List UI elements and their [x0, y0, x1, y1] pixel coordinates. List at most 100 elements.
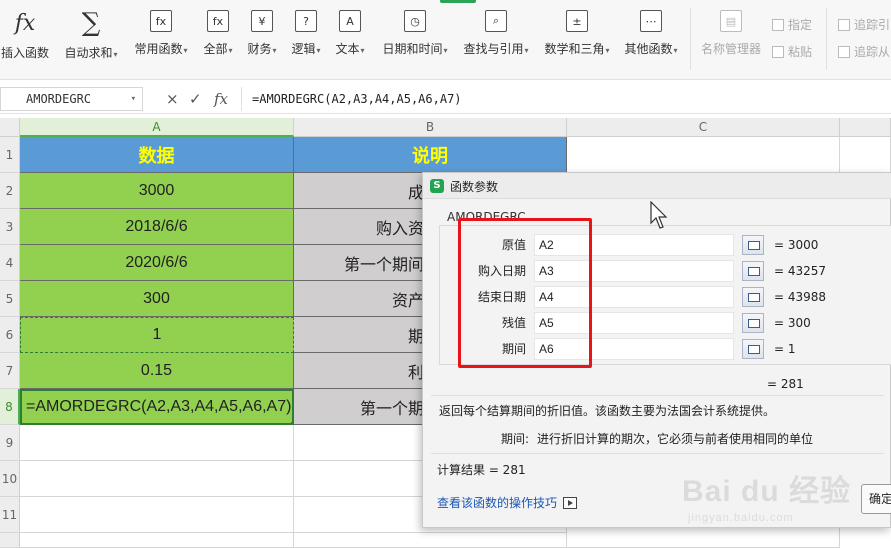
row-header[interactable]: 10: [0, 461, 20, 497]
common-functions-button[interactable]: fx 常用函数▾: [130, 10, 192, 57]
watermark-url: jingyan.baidu.com: [688, 512, 794, 524]
formula-input[interactable]: =AMORDEGRC(A2,A3,A4,A5,A6,A7): [241, 87, 891, 111]
row-header[interactable]: 7: [0, 353, 20, 389]
cell-a7[interactable]: 0.15: [20, 353, 294, 389]
autosum-button[interactable]: ∑ 自动求和▾: [60, 8, 122, 61]
cell-a4[interactable]: 2020/6/6: [20, 245, 294, 281]
row-header[interactable]: 2: [0, 173, 20, 209]
row-header[interactable]: 3: [0, 209, 20, 245]
row-header[interactable]: 6: [0, 317, 20, 353]
help-link[interactable]: 查看该函数的操作技巧: [437, 494, 578, 511]
chevron-down-icon: ▾: [228, 46, 233, 55]
column-header-b[interactable]: B: [294, 118, 567, 137]
specify-label: 指定: [788, 18, 813, 32]
fx-icon[interactable]: fx: [214, 90, 228, 108]
cell-a9[interactable]: [20, 425, 294, 461]
chevron-down-icon: ▾: [524, 46, 529, 55]
video-play-icon: [563, 497, 578, 509]
all-functions-button[interactable]: fx 全部▾: [198, 10, 238, 57]
name-manager-button[interactable]: ▤ 名称管理器: [700, 10, 762, 57]
calculation-result: 计算结果 = 281: [437, 463, 526, 477]
math-functions-button[interactable]: ± 数学和三角▾: [540, 10, 614, 57]
row-header[interactable]: 4: [0, 245, 20, 281]
common-fx-icon: fx: [150, 10, 172, 32]
logic-functions-button[interactable]: ? 逻辑▾: [286, 10, 326, 57]
other-functions-button[interactable]: ⋯ 其他函数▾: [620, 10, 682, 57]
param-result: = 300: [774, 316, 811, 330]
column-header-d[interactable]: [840, 118, 891, 137]
cell-b1[interactable]: 说明: [294, 137, 567, 173]
finance-functions-button[interactable]: ¥ 财务▾: [242, 10, 282, 57]
cancel-icon[interactable]: ×: [166, 90, 179, 108]
dialog-title-bar[interactable]: S 函数参数: [423, 173, 891, 199]
text-functions-button[interactable]: A 文本▾: [330, 10, 370, 57]
cell-d1[interactable]: [840, 137, 891, 173]
param-result: = 43257: [774, 264, 827, 278]
param-result: = 1: [774, 342, 796, 356]
highlight-box: [458, 218, 592, 368]
chevron-down-icon: ▾: [360, 46, 365, 55]
range-select-icon[interactable]: [742, 235, 764, 255]
ribbon-divider: [690, 8, 691, 70]
row-header[interactable]: 5: [0, 281, 20, 317]
clock-icon: ◷: [404, 10, 426, 32]
math-label: 数学和三角: [544, 42, 605, 56]
chevron-down-icon: ▾: [113, 50, 118, 59]
range-select-icon[interactable]: [742, 339, 764, 359]
wps-logo-icon: S: [430, 179, 444, 193]
trace-precedents-button[interactable]: 追踪引: [838, 16, 890, 33]
name-box[interactable]: AMORDEGRC ▾: [0, 87, 143, 111]
lookup-label: 查找与引用: [463, 42, 524, 56]
lookup-functions-button[interactable]: ⌕ 查找与引用▾: [459, 10, 533, 57]
finance-icon: ¥: [251, 10, 273, 32]
watermark-logo: Bai du 经验: [682, 475, 852, 508]
function-description: 返回每个结算期间的折旧值。该函数主要为法国会计系统提供。: [439, 404, 776, 418]
range-select-icon[interactable]: [742, 287, 764, 307]
row-header[interactable]: 1: [0, 137, 20, 173]
paste-name-button[interactable]: 粘贴: [772, 43, 812, 60]
range-select-icon[interactable]: [742, 261, 764, 281]
lookup-icon: ⌕: [485, 10, 507, 32]
column-header-c[interactable]: C: [567, 118, 840, 137]
insert-function-button[interactable]: fx 插入函数: [0, 10, 50, 61]
trace-dependents-button[interactable]: 追踪从: [838, 43, 890, 60]
divider: [431, 395, 884, 396]
cell-a6[interactable]: 1: [20, 317, 294, 353]
chevron-down-icon[interactable]: ▾: [131, 88, 136, 110]
cell-a10[interactable]: [20, 461, 294, 497]
baidu-watermark: Bai du 经验 jingyan.baidu.com: [682, 462, 882, 542]
param-result: = 3000: [774, 238, 819, 252]
cell-a3[interactable]: 2018/6/6: [20, 209, 294, 245]
other-functions-label: 其他函数: [624, 42, 673, 56]
cell-b12[interactable]: [294, 533, 567, 548]
column-header-a[interactable]: A: [20, 118, 294, 137]
select-all-corner[interactable]: [0, 118, 20, 137]
math-icon: ±: [566, 10, 588, 32]
chevron-down-icon: ▾: [443, 46, 448, 55]
all-fx-icon: fx: [207, 10, 229, 32]
range-select-icon[interactable]: [742, 313, 764, 333]
cell-a1[interactable]: 数据: [20, 137, 294, 173]
confirm-icon[interactable]: ✓: [189, 90, 202, 108]
cell-a2[interactable]: 3000: [20, 173, 294, 209]
param-description-name: 期间:: [501, 432, 530, 446]
row-header[interactable]: 9: [0, 425, 20, 461]
cell-c1[interactable]: [567, 137, 840, 173]
row-header[interactable]: 11: [0, 497, 20, 533]
row-header[interactable]: [0, 533, 20, 548]
cell-a11[interactable]: [20, 497, 294, 533]
specify-button[interactable]: 指定: [772, 16, 812, 33]
text-label: 文本: [335, 42, 360, 56]
divider: [431, 453, 884, 454]
datetime-label: 日期和时间: [382, 42, 443, 56]
text-icon: A: [339, 10, 361, 32]
datetime-functions-button[interactable]: ◷ 日期和时间▾: [378, 10, 452, 57]
chevron-down-icon: ▾: [183, 46, 188, 55]
trace-precedents-icon: [838, 18, 850, 31]
cell-a12[interactable]: [20, 533, 294, 548]
cell-a5[interactable]: 300: [20, 281, 294, 317]
mouse-cursor-icon: [650, 201, 668, 229]
cell-a8[interactable]: =AMORDEGRC(A2,A3,A4,A5,A6,A7): [20, 389, 294, 425]
row-header[interactable]: 8: [0, 389, 20, 425]
formula-result: = 281: [767, 377, 804, 391]
